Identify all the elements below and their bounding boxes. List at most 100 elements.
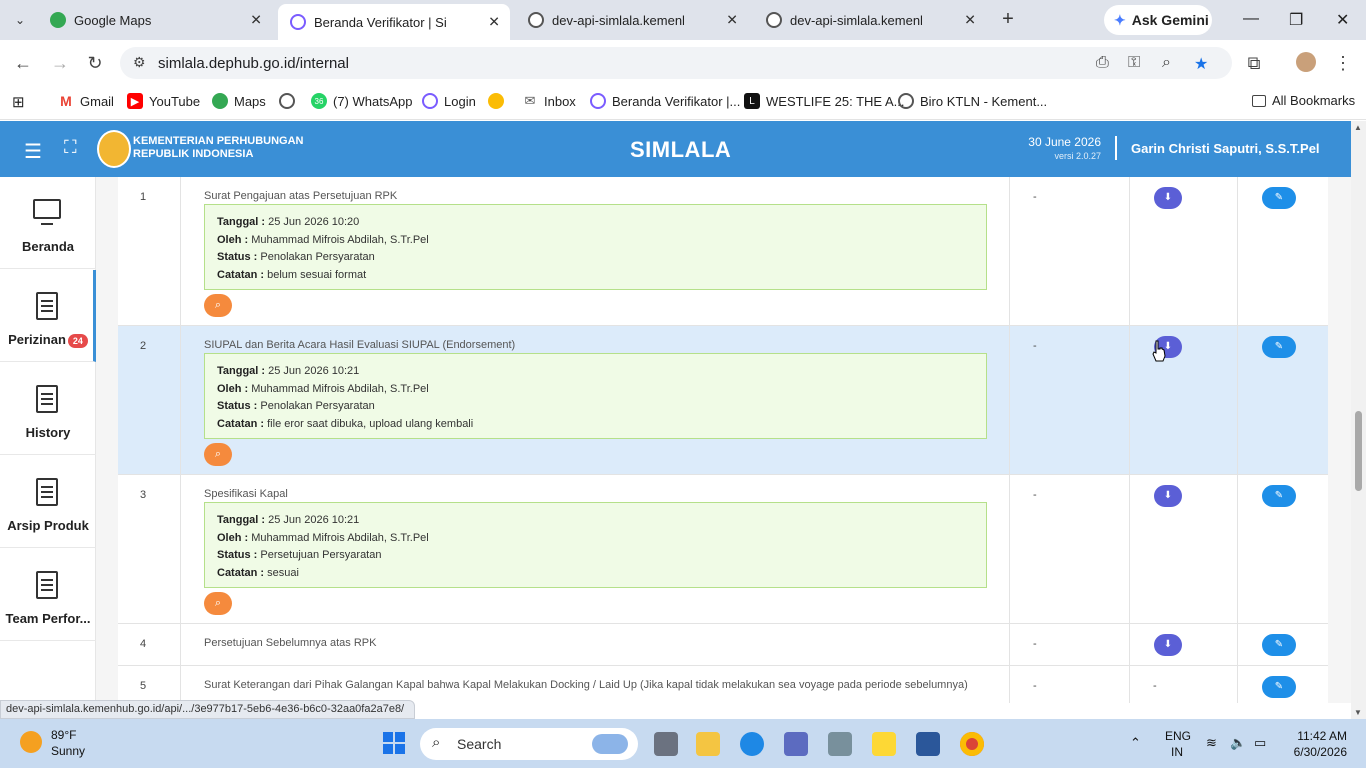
sidebar-item-perizinan[interactable]: Perizinan 24 (0, 270, 96, 362)
bookmark-globe[interactable] (279, 93, 301, 109)
word-icon[interactable] (916, 732, 940, 756)
tanggal-value: 25 Jun 2026 10:20 (268, 216, 360, 228)
bookmark-youtube[interactable]: ▶ YouTube (127, 93, 200, 109)
edit-button[interactable]: ✎ (1262, 485, 1296, 507)
bookmark-inbox[interactable]: ✉ Inbox (522, 93, 576, 109)
task-view-icon[interactable] (654, 732, 678, 756)
download-button[interactable]: ⬇ (1154, 187, 1182, 209)
new-tab-button[interactable]: + (996, 8, 1020, 31)
bookmark-westlife[interactable]: L WESTLIFE 25: THE A... (744, 93, 904, 109)
close-icon[interactable]: ✕ (964, 12, 976, 29)
windows-taskbar: 89°F Sunny ⌕ Search ⌃ ENG IN ≋ 🔈 ▭ 11:42… (0, 719, 1366, 768)
edge-browser-icon[interactable] (740, 732, 764, 756)
globe-icon (279, 93, 295, 109)
bookmark-maps[interactable]: Maps (212, 93, 266, 109)
password-key-icon[interactable]: ⚿ (1128, 54, 1140, 72)
url-text[interactable]: simlala.dephub.go.id/internal (158, 55, 349, 72)
windows-start-icon[interactable] (383, 732, 405, 754)
scroll-thumb[interactable] (1355, 411, 1362, 491)
edit-button[interactable]: ✎ (1262, 336, 1296, 358)
input-language[interactable]: ENG (1165, 729, 1191, 743)
bookmark-whatsapp[interactable]: 36 (7) WhatsApp (311, 93, 412, 109)
edit-icon: ✎ (1274, 681, 1284, 692)
verification-note: Tanggal : 25 Jun 2026 10:21 Oleh : Muham… (204, 353, 987, 439)
sun-weather-icon[interactable] (20, 731, 42, 753)
weather-description[interactable]: Sunny (51, 744, 85, 758)
sidebar-item-team-performance[interactable]: Team Perfor... (0, 549, 96, 641)
bookmark-star-icon[interactable]: ★ (1194, 54, 1208, 74)
fullscreen-icon[interactable]: ⛶ (64, 137, 77, 158)
oleh-value: Muhammad Mifrois Abdilah, S.Tr.Pel (251, 233, 429, 246)
tab-dev-api-2[interactable]: dev-api-simlala.kemenhub.go.id ✕ (754, 4, 986, 36)
download-button[interactable]: ⬇ (1154, 485, 1182, 507)
view-search-button[interactable]: ⌕ (204, 294, 232, 317)
status-label: Status : (217, 400, 258, 413)
profile-avatar[interactable] (1296, 52, 1316, 72)
tab-dev-api-1[interactable]: dev-api-simlala.kemenhub.go.id ✕ (516, 4, 748, 36)
edit-button[interactable]: ✎ (1262, 187, 1296, 209)
copilot-icon[interactable] (784, 732, 808, 756)
more-menu-icon[interactable]: ⋮ (1332, 53, 1354, 74)
close-icon[interactable]: ✕ (488, 14, 500, 31)
weather-temperature[interactable]: 89°F (51, 728, 76, 742)
bookmark-beranda[interactable]: Beranda Verifikator |... (590, 93, 740, 109)
apps-grid-icon[interactable]: ⊞ (12, 93, 25, 111)
wifi-icon[interactable]: ≋ (1206, 735, 1217, 751)
bookmark-gmail[interactable]: M Gmail (58, 93, 114, 109)
input-region[interactable]: IN (1171, 745, 1183, 759)
scroll-down-arrow-icon[interactable]: ▼ (1354, 708, 1362, 717)
tanggal-value: 25 Jun 2026 10:21 (268, 514, 360, 526)
sidebar-item-arsip-produk[interactable]: Arsip Produk (0, 456, 96, 548)
edit-button[interactable]: ✎ (1262, 676, 1296, 698)
edit-button[interactable]: ✎ (1262, 634, 1296, 656)
install-app-icon[interactable]: ⎙ (1096, 54, 1109, 72)
view-search-button[interactable]: ⌕ (204, 443, 232, 466)
tab-google-maps[interactable]: Google Maps ✕ (38, 4, 272, 36)
clock-time[interactable]: 11:42 AM (1297, 729, 1347, 743)
scroll-up-arrow-icon[interactable]: ▲ (1354, 123, 1362, 132)
close-icon[interactable]: ✕ (726, 12, 738, 29)
page-scrollbar[interactable]: ▲ ▼ (1351, 121, 1366, 719)
zoom-icon[interactable]: ⌕ (1162, 54, 1171, 72)
omnibox[interactable]: ⚙ simlala.dephub.go.id/internal ⎙ ⚿ ⌕ ★ (120, 47, 1232, 79)
taskbar-search-box[interactable]: ⌕ Search (420, 728, 638, 760)
bookmark-login[interactable]: Login (422, 93, 476, 109)
table-row: 1 Surat Pengajuan atas Persetujuan RPK T… (118, 177, 1328, 326)
chrome-icon[interactable] (960, 732, 984, 756)
close-icon[interactable]: ✕ (250, 12, 262, 29)
bookmark-label: Beranda Verifikator |... (612, 93, 741, 109)
camera-app-icon[interactable] (828, 732, 852, 756)
extensions-puzzle-icon[interactable]: ⧉ (1243, 53, 1265, 74)
sidebar-item-history[interactable]: History (0, 363, 96, 455)
close-window-icon[interactable]: ✕ (1336, 10, 1349, 30)
document-icon (36, 292, 58, 320)
forward-arrow-icon[interactable]: → (49, 53, 71, 74)
tanggal-label: Tanggal : (217, 216, 266, 228)
site-info-icon[interactable]: ⚙ (133, 54, 146, 71)
bookmark-pinwheel[interactable] (488, 93, 510, 109)
reload-icon[interactable]: ↻ (84, 53, 106, 74)
tab-title: Google Maps (74, 12, 152, 28)
catatan-value: sesuai (267, 566, 299, 579)
back-arrow-icon[interactable]: ← (12, 53, 34, 74)
sidebar-item-label: Arsip Produk (7, 518, 89, 533)
sticky-notes-icon[interactable] (872, 732, 896, 756)
sidebar-item-beranda[interactable]: Beranda (0, 177, 96, 269)
tab-beranda-verifikator[interactable]: Beranda Verifikator | SimLala ✕ (278, 4, 510, 40)
all-bookmarks[interactable]: All Bookmarks (1252, 93, 1355, 108)
user-name[interactable]: Garin Christi Saputri, S.S.T.Pel (1131, 141, 1320, 156)
chevron-up-icon[interactable]: ⌃ (1130, 735, 1141, 751)
minimize-icon[interactable]: — (1243, 10, 1259, 28)
download-button[interactable]: ⬇ (1154, 634, 1182, 656)
volume-icon[interactable]: 🔈 (1230, 735, 1246, 751)
view-search-button[interactable]: ⌕ (204, 592, 232, 615)
file-explorer-icon[interactable] (696, 732, 720, 756)
ask-gemini-button[interactable]: ✦ Ask Gemini (1104, 5, 1212, 35)
bookmark-biro-ktln[interactable]: Biro KTLN - Kement... (898, 93, 1047, 109)
hamburger-menu-icon[interactable]: ☰ (24, 139, 42, 164)
maximize-icon[interactable]: ❐ (1289, 10, 1303, 30)
battery-icon[interactable]: ▭ (1254, 735, 1266, 751)
verification-note: Tanggal : 25 Jun 2026 10:20 Oleh : Muham… (204, 204, 987, 290)
clock-date[interactable]: 6/30/2026 (1294, 745, 1347, 759)
tab-list-chevron-icon[interactable]: ⌄ (8, 8, 32, 32)
